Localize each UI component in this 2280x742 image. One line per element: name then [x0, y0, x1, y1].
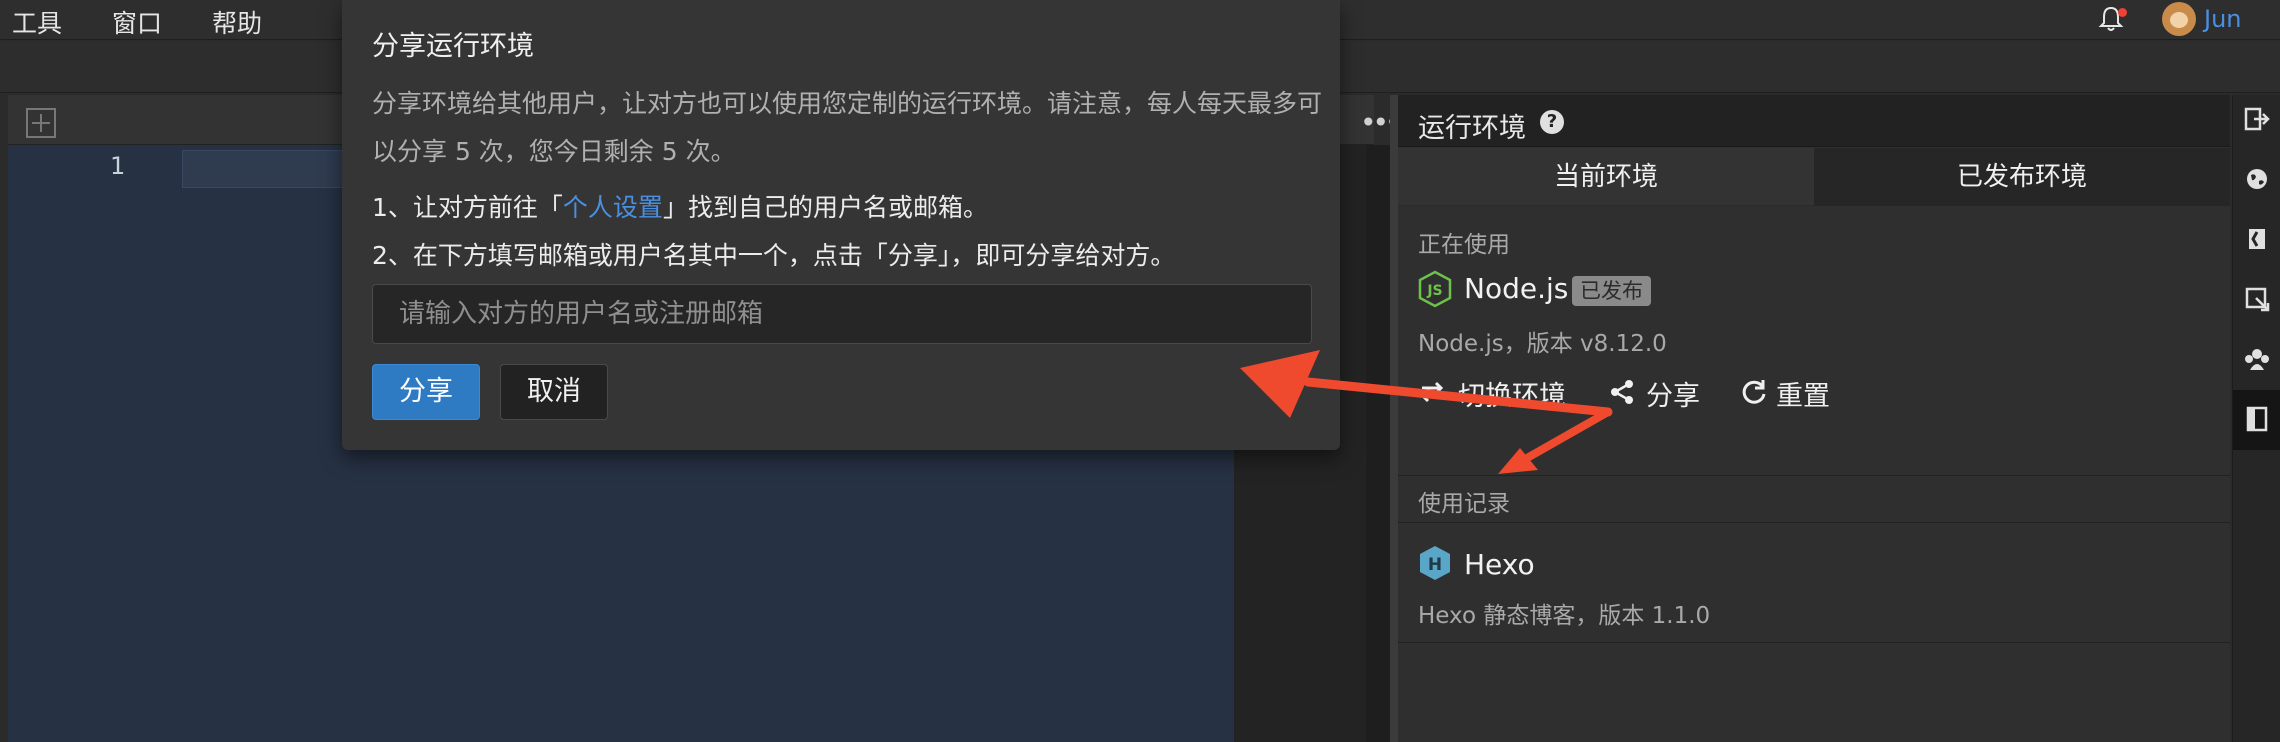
add-tab-icon[interactable] — [26, 108, 56, 138]
username-link[interactable]: Jun — [2204, 5, 2242, 33]
current-env-name: Node.js — [1464, 272, 1569, 305]
menu-help[interactable]: 帮助 — [212, 4, 262, 40]
dialog-title: 分享运行环境 — [372, 31, 534, 62]
tab-current-env[interactable]: 当前环境 — [1398, 148, 1814, 206]
open-external-icon[interactable] — [2244, 286, 2270, 312]
dialog-share-button[interactable]: 分享 — [372, 364, 480, 420]
history-label: 使用记录 — [1418, 491, 1510, 517]
menu-window[interactable]: 窗口 — [112, 4, 162, 40]
globe-icon[interactable] — [2244, 166, 2270, 192]
status-badge: 已发布 — [1572, 276, 1651, 306]
tab-published-env[interactable]: 已发布环境 — [1814, 148, 2230, 206]
switch-env-button[interactable]: 切换环境 — [1458, 374, 1566, 413]
notification-dot — [2118, 8, 2127, 17]
step-1-prefix: 1、让对方前往「 — [372, 193, 563, 222]
panel-toggle-icon[interactable] — [2244, 406, 2270, 432]
history-env-name[interactable]: Hexo — [1464, 548, 1535, 581]
dialog-cancel-button[interactable]: 取消 — [500, 364, 608, 420]
avatar[interactable] — [2162, 2, 2196, 36]
switch-icon[interactable] — [1418, 378, 1446, 406]
nodejs-icon: JS — [1418, 270, 1452, 308]
personal-settings-link[interactable]: 个人设置 — [563, 193, 663, 222]
svg-text:H: H — [1428, 555, 1442, 575]
menu-tools[interactable]: 工具 — [12, 4, 62, 40]
panel-title: 运行环境 — [1418, 113, 1526, 144]
divider — [1398, 522, 2230, 523]
reset-icon[interactable] — [1740, 378, 1768, 406]
step-1-suffix: 」找到自己的用户名或邮箱。 — [662, 193, 988, 222]
dialog-step-1: 1、让对方前往「个人设置」找到自己的用户名或邮箱。 — [372, 188, 988, 224]
reset-button[interactable]: 重置 — [1776, 374, 1830, 413]
hexo-icon: H — [1420, 546, 1450, 580]
share-dialog — [342, 0, 1340, 450]
svg-text:JS: JS — [1426, 283, 1442, 299]
dialog-step-2: 2、在下方填写邮箱或用户名其中一个，点击「分享」，即可分享给对方。 — [372, 241, 1176, 270]
share-icon[interactable] — [1608, 378, 1636, 406]
deploy-icon[interactable] — [2244, 106, 2270, 132]
divider — [1398, 642, 2230, 643]
line-number: 1 — [110, 152, 126, 180]
team-icon[interactable] — [2244, 346, 2270, 372]
current-env-description: Node.js，版本 v8.12.0 — [1418, 331, 1667, 357]
help-icon[interactable]: ? — [1540, 110, 1564, 134]
history-env-description: Hexo 静态博客，版本 1.1.0 — [1418, 603, 1711, 629]
username-email-input[interactable] — [372, 284, 1312, 344]
in-use-label: 正在使用 — [1418, 232, 1510, 258]
share-button[interactable]: 分享 — [1646, 374, 1700, 413]
book-icon[interactable] — [2244, 226, 2270, 252]
dialog-description: 分享环境给其他用户，让对方也可以使用您定制的运行环境。请注意，每人每天最多可以分… — [372, 89, 1323, 166]
panel-splitter[interactable] — [1390, 95, 1398, 742]
divider — [1398, 475, 2230, 476]
